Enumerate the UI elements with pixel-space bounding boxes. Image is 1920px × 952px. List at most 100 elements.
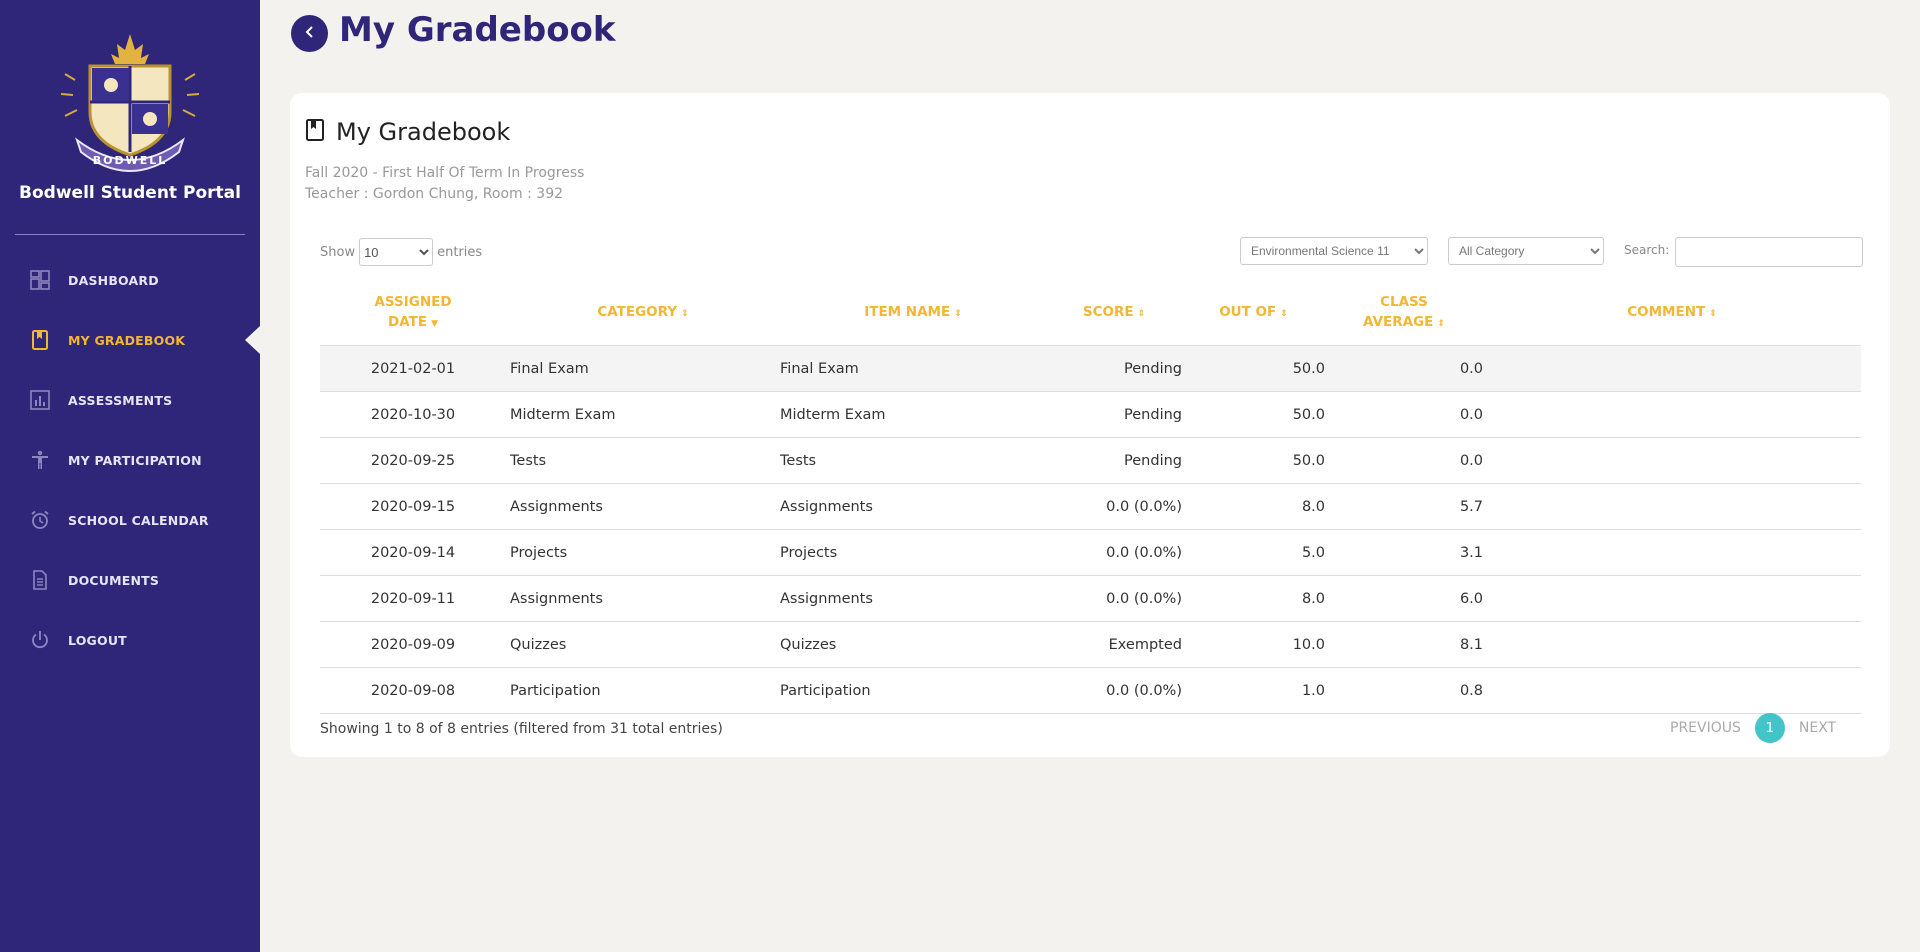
column-header-category[interactable]: CATEGORY ⇕: [506, 281, 780, 346]
cell-out-of: 10.0: [1182, 621, 1325, 668]
sidebar-item-label: MY PARTICIPATION: [68, 452, 202, 468]
cell-class-average: 5.7: [1325, 483, 1483, 530]
sidebar-item-label: LOGOUT: [68, 632, 127, 648]
cell-assigned-date: 2020-09-14: [320, 529, 506, 576]
cell-category: Projects: [506, 529, 780, 576]
table-header-row: ASSIGNED DATE ▼ CATEGORY ⇕ ITEM NAME ⇕ SCORE…: [320, 281, 1861, 346]
cell-assigned-date: 2020-09-08: [320, 667, 506, 714]
cell-assigned-date: 2020-10-30: [320, 391, 506, 438]
sidebar-item-my-gradebook[interactable]: MY GRADEBOOK: [0, 310, 260, 370]
sidebar: BODWELL Bodwell Student Portal DASHBOARD…: [0, 0, 260, 952]
column-header-class-average[interactable]: CLASS AVERAGE ⇕: [1325, 281, 1483, 346]
table-row[interactable]: 2020-09-08 Participation Participation 0.0 …: [320, 667, 1861, 714]
cell-item-name: Assignments: [780, 483, 1046, 530]
search-label: Search:: [1624, 243, 1670, 257]
cell-category: Assignments: [506, 483, 780, 530]
cell-category: Quizzes: [506, 621, 780, 668]
sidebar-item-my-participation[interactable]: MY PARTICIPATION: [0, 430, 260, 490]
table-row[interactable]: 2020-09-14 Projects Projects 0.0 (0.0%) 5.0 3…: [320, 529, 1861, 576]
portal-name: Bodwell Student Portal: [19, 183, 241, 203]
cell-assigned-date: 2021-02-01: [320, 345, 506, 392]
cell-category: Midterm Exam: [506, 391, 780, 438]
show-label: Show: [320, 244, 356, 260]
sort-icon: ⇕: [954, 309, 962, 319]
cell-score: Exempted: [1046, 621, 1182, 668]
page-length-control: Show 10 entries: [320, 238, 482, 266]
table-row[interactable]: 2020-09-11 Assignments Assignments 0.0 (0.0…: [320, 575, 1861, 622]
table-row[interactable]: 2021-02-01 Final Exam Final Exam Pending 50.…: [320, 345, 1861, 392]
sidebar-item-assessments[interactable]: ASSESSMENTS: [0, 370, 260, 430]
sort-icon: ⇕: [681, 309, 689, 319]
column-header-item-name[interactable]: ITEM NAME ⇕: [780, 281, 1046, 346]
alarm-clock-icon: [30, 510, 50, 530]
cell-class-average: 8.1: [1325, 621, 1483, 668]
cell-class-average: 3.1: [1325, 529, 1483, 576]
table-row[interactable]: 2020-10-30 Midterm Exam Midterm Exam Pendin…: [320, 391, 1861, 438]
table-row[interactable]: 2020-09-25 Tests Tests Pending 50.0 0.0: [320, 437, 1861, 484]
gradebook-card: My Gradebook Fall 2020 - First Half Of T…: [290, 93, 1890, 757]
cell-out-of: 1.0: [1182, 667, 1325, 714]
sort-icon: ⇕: [1709, 309, 1717, 319]
cell-comment: [1483, 667, 1861, 714]
sort-icon: ⇕: [1280, 309, 1288, 319]
card-title: My Gradebook: [336, 118, 511, 146]
page-title: My Gradebook: [339, 10, 616, 50]
cell-out-of: 8.0: [1182, 483, 1325, 530]
sidebar-item-logout[interactable]: LOGOUT: [0, 610, 260, 670]
sidebar-item-label: DASHBOARD: [68, 272, 159, 288]
cell-category: Final Exam: [506, 345, 780, 392]
cell-item-name: Participation: [780, 667, 1046, 714]
gradebook-icon: [306, 119, 324, 145]
sidebar-item-dashboard[interactable]: DASHBOARD: [0, 250, 260, 310]
cell-out-of: 50.0: [1182, 437, 1325, 484]
dashboard-icon: [30, 270, 50, 290]
cell-category: Tests: [506, 437, 780, 484]
power-icon: [30, 630, 50, 650]
next-button[interactable]: NEXT: [1799, 720, 1836, 736]
cell-score: Pending: [1046, 391, 1182, 438]
cell-assigned-date: 2020-09-09: [320, 621, 506, 668]
card-header: My Gradebook: [306, 118, 510, 146]
cell-assigned-date: 2020-09-25: [320, 437, 506, 484]
column-header-out-of[interactable]: OUT OF ⇕: [1182, 281, 1325, 346]
page-length-select[interactable]: 10: [359, 238, 434, 266]
column-header-assigned-date[interactable]: ASSIGNED DATE ▼: [320, 281, 506, 346]
cell-comment: [1483, 391, 1861, 438]
term-info: Fall 2020 - First Half Of Term In Progre…: [305, 165, 585, 181]
cell-class-average: 0.0: [1325, 437, 1483, 484]
cell-score: 0.0 (0.0%): [1046, 529, 1182, 576]
category-select[interactable]: All Category: [1448, 237, 1604, 265]
table-row[interactable]: 2020-09-15 Assignments Assignments 0.0 (0.0…: [320, 483, 1861, 530]
cell-out-of: 50.0: [1182, 391, 1325, 438]
sidebar-divider: [15, 234, 245, 235]
back-button[interactable]: [291, 15, 328, 52]
cell-comment: [1483, 575, 1861, 622]
cell-item-name: Assignments: [780, 575, 1046, 622]
cell-out-of: 5.0: [1182, 529, 1325, 576]
column-header-score[interactable]: SCORE ⇕: [1046, 281, 1182, 346]
column-header-comment[interactable]: COMMENT ⇕: [1483, 281, 1861, 346]
cell-out-of: 8.0: [1182, 575, 1325, 622]
sort-desc-icon: ▼: [431, 319, 438, 329]
cell-comment: [1483, 345, 1861, 392]
cell-comment: [1483, 621, 1861, 668]
cell-item-name: Midterm Exam: [780, 391, 1046, 438]
chart-icon: [30, 390, 50, 410]
table-row[interactable]: 2020-09-09 Quizzes Quizzes Exempted 10.0 8.1: [320, 621, 1861, 668]
course-select[interactable]: Environmental Science 11: [1240, 237, 1428, 265]
table-info: Showing 1 to 8 of 8 entries (filtered fr…: [320, 721, 723, 737]
previous-button[interactable]: PREVIOUS: [1670, 720, 1741, 736]
sidebar-item-school-calendar[interactable]: SCHOOL CALENDAR: [0, 490, 260, 550]
cell-score: Pending: [1046, 437, 1182, 484]
cell-comment: [1483, 483, 1861, 530]
cell-assigned-date: 2020-09-11: [320, 575, 506, 622]
cell-score: 0.0 (0.0%): [1046, 575, 1182, 622]
cell-class-average: 0.0: [1325, 345, 1483, 392]
sort-icon: ⇕: [1137, 309, 1146, 319]
sidebar-item-documents[interactable]: DOCUMENTS: [0, 550, 260, 610]
cell-score: Pending: [1046, 345, 1182, 392]
search-input[interactable]: [1675, 237, 1863, 267]
school-crest-logo[interactable]: BODWELL: [55, 30, 205, 175]
cell-score: 0.0 (0.0%): [1046, 667, 1182, 714]
page-1-button[interactable]: 1: [1754, 713, 1785, 743]
